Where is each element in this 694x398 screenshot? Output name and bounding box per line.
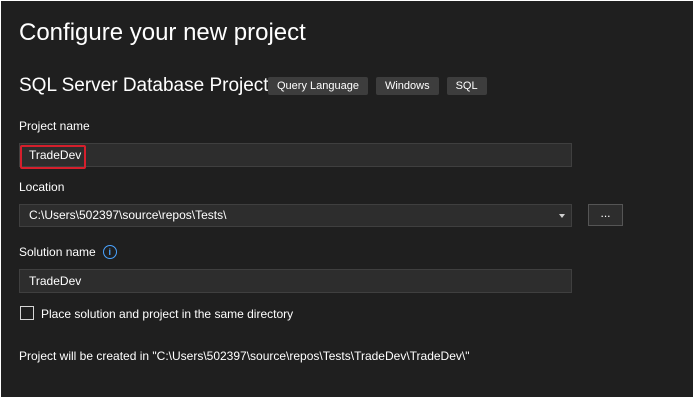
project-name-input[interactable] — [19, 143, 572, 167]
solution-name-label: Solution name — [19, 245, 96, 259]
location-select[interactable]: C:\Users\502397\source\repos\Tests\ — [19, 204, 572, 227]
project-type-name: SQL Server Database Project — [19, 75, 269, 96]
page-title: Configure your new project — [19, 19, 306, 46]
solution-name-label-row: Solution name i — [19, 245, 117, 259]
configure-project-dialog: Configure your new project SQL Server Da… — [1, 1, 693, 397]
project-location-summary: Project will be created in "C:\Users\502… — [19, 349, 470, 363]
info-icon[interactable]: i — [102, 245, 117, 259]
tag-windows: Windows — [375, 77, 439, 95]
project-type-tags: Query Language Windows SQL — [268, 77, 487, 95]
solution-name-input[interactable] — [19, 269, 572, 293]
location-value: C:\Users\502397\source\repos\Tests\ — [29, 208, 227, 222]
location-label: Location — [19, 180, 65, 194]
tag-sql: SQL — [446, 77, 487, 95]
browse-button[interactable]: ... — [588, 204, 623, 226]
project-name-label: Project name — [19, 119, 90, 133]
tag-query-language: Query Language — [268, 77, 368, 95]
same-directory-checkbox[interactable] — [20, 306, 34, 320]
dropdown-arrow-icon[interactable] — [559, 214, 565, 218]
same-directory-label[interactable]: Place solution and project in the same d… — [41, 307, 293, 321]
